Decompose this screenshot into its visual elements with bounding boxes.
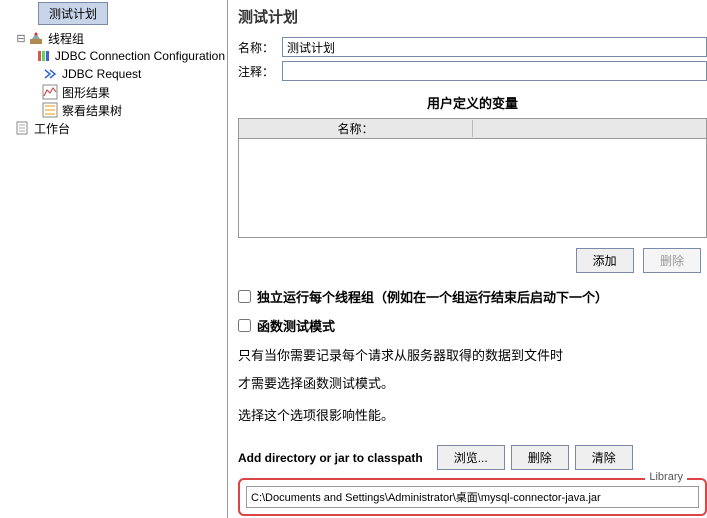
tree-node-jdbc-config[interactable]: JDBC Connection Configuration — [4, 47, 227, 65]
func-mode-label: 函数测试模式 — [257, 316, 335, 335]
delete-classpath-button[interactable]: 删除 — [511, 445, 569, 470]
tree-node-graph-results[interactable]: 图形结果 — [4, 83, 227, 101]
tree: ⊟ 线程组 JDBC Connection Configuration JDBC… — [0, 25, 227, 137]
tree-label: 图形结果 — [60, 84, 112, 101]
vars-section-title: 用户定义的变量 — [238, 93, 707, 112]
col-name: 名称： — [239, 120, 473, 137]
workbench-icon — [14, 120, 30, 136]
tree-label: JDBC Connection Configuration — [53, 49, 227, 63]
tree-label: 察看结果树 — [60, 102, 124, 119]
expand-toggle-icon[interactable]: ⊟ — [14, 32, 28, 45]
add-var-button[interactable]: 添加 — [576, 248, 634, 273]
clear-classpath-button[interactable]: 清除 — [575, 445, 633, 470]
library-list[interactable]: C:\Documents and Settings\Administrator\… — [246, 486, 699, 508]
tree-node-view-results[interactable]: 察看结果树 — [4, 101, 227, 119]
vars-table[interactable]: 名称： — [238, 118, 707, 238]
tree-label: 工作台 — [32, 120, 72, 137]
independent-threads-checkbox[interactable] — [238, 290, 251, 303]
tree-label: 线程组 — [46, 30, 86, 47]
vars-table-header: 名称： — [239, 119, 706, 139]
library-highlight-box: Library C:\Documents and Settings\Admini… — [238, 478, 707, 516]
details-panel: 测试计划 名称： 注释： 用户定义的变量 名称： 添加 — [228, 0, 707, 518]
comment-label: 注释： — [238, 63, 282, 80]
test-plan-tab[interactable]: 测试计划 — [38, 2, 108, 25]
config-icon — [35, 48, 51, 64]
panel-title: 测试计划 — [238, 6, 707, 27]
tree-panel: 测试计划 ⊟ 线程组 JDBC Connection Configuration — [0, 0, 228, 518]
comment-input[interactable] — [282, 61, 707, 81]
tree-node-jdbc-request[interactable]: JDBC Request — [4, 65, 227, 83]
tree-node-workbench[interactable]: 工作台 — [4, 119, 227, 137]
graph-icon — [42, 84, 58, 100]
tree-node-thread-group[interactable]: ⊟ 线程组 — [4, 29, 227, 47]
request-icon — [42, 66, 58, 82]
desc-line-3: 选择这个选项很影响性能。 — [238, 405, 707, 427]
classpath-label: Add directory or jar to classpath — [238, 451, 423, 465]
library-legend: Library — [645, 471, 687, 483]
desc-line-2: 才需要选择函数测试模式。 — [238, 373, 707, 395]
results-tree-icon — [42, 102, 58, 118]
tree-label: JDBC Request — [60, 67, 143, 81]
desc-line-1: 只有当你需要记录每个请求从服务器取得的数据到文件时 — [238, 345, 707, 367]
delete-var-button[interactable]: 删除 — [643, 248, 701, 273]
browse-button[interactable]: 浏览... — [437, 445, 505, 470]
library-item[interactable]: C:\Documents and Settings\Administrator\… — [247, 487, 698, 507]
func-mode-checkbox[interactable] — [238, 319, 251, 332]
name-label: 名称： — [238, 39, 282, 56]
thread-group-icon — [28, 30, 44, 46]
independent-threads-label: 独立运行每个线程组（例如在一个组运行结束后启动下一个） — [257, 287, 608, 306]
name-input[interactable] — [282, 37, 707, 57]
